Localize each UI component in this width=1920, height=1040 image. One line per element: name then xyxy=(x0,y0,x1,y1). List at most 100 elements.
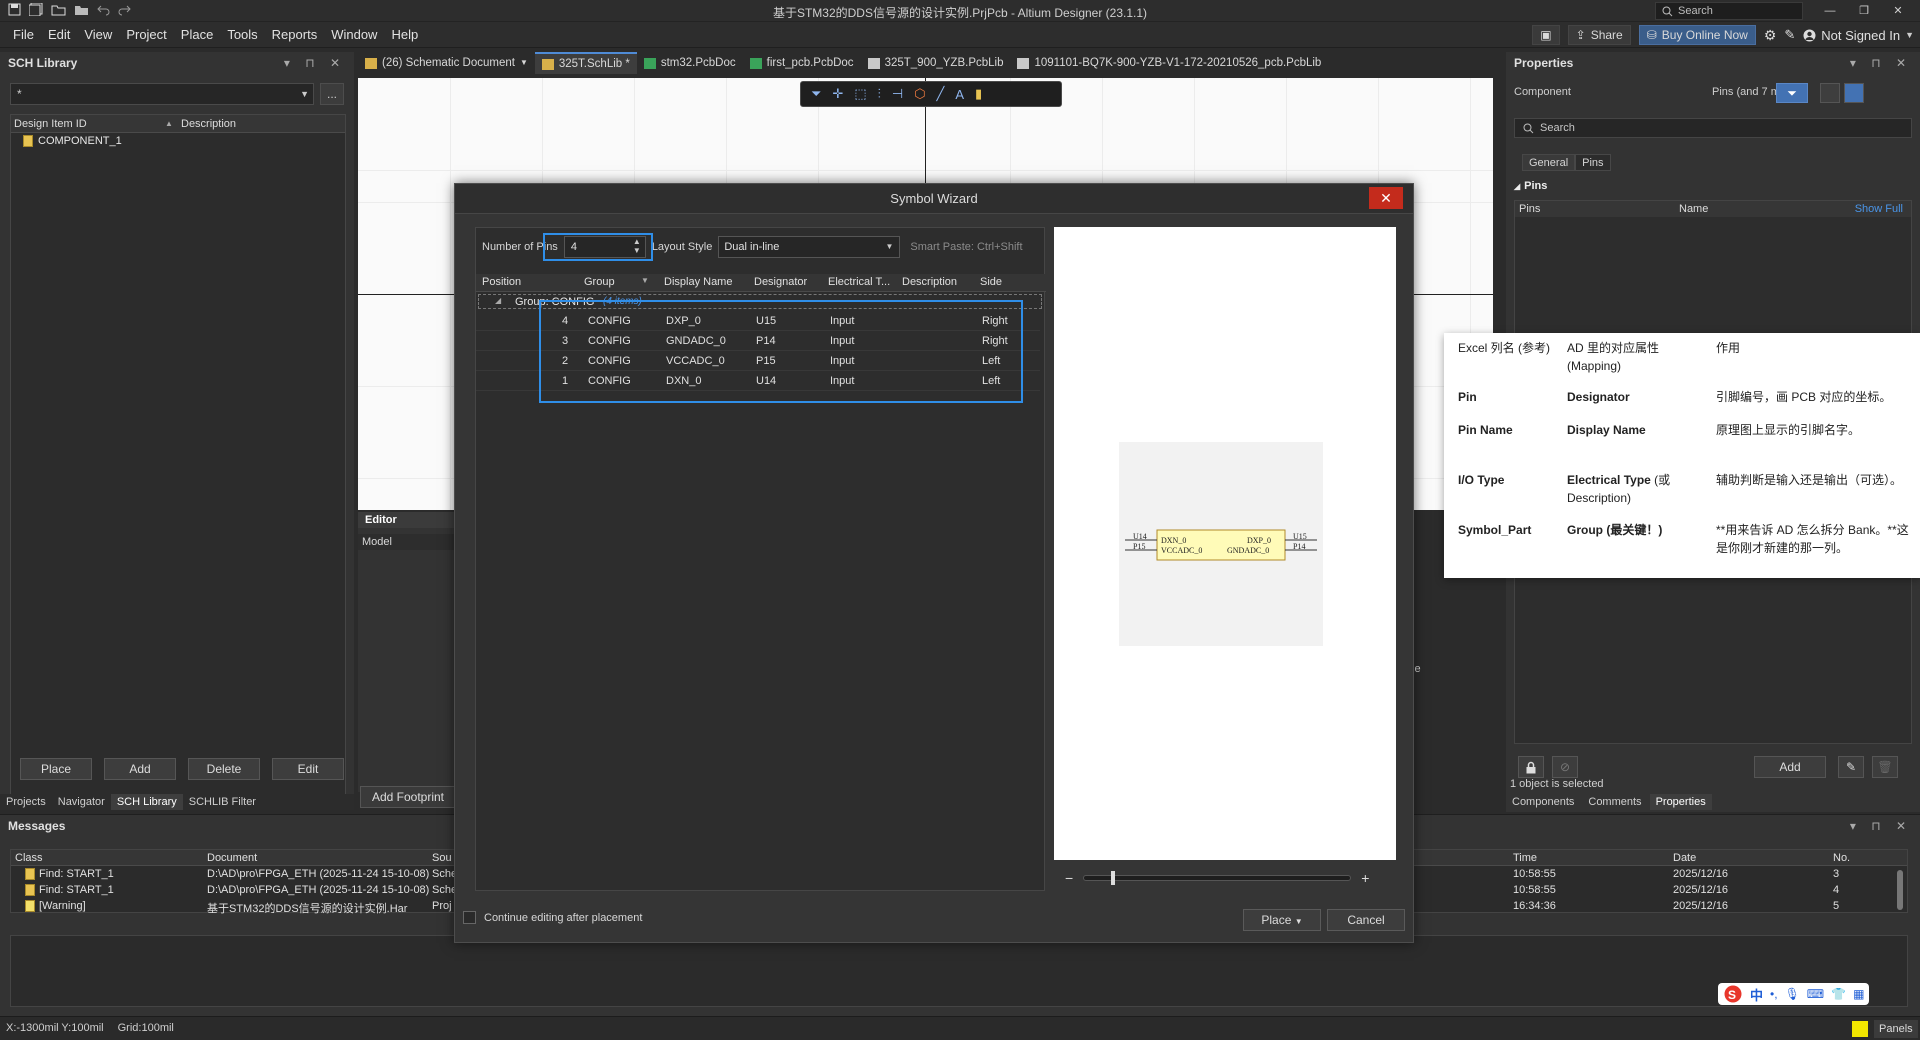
tab-schlib-filter[interactable]: SCHLIB Filter xyxy=(183,794,262,810)
text-icon[interactable]: A xyxy=(955,87,964,102)
layout-style-select[interactable]: Dual in-line ▼ xyxy=(718,236,901,258)
edit-button[interactable]: Edit xyxy=(272,758,344,780)
maximize-button[interactable]: ❐ xyxy=(1852,2,1876,20)
filter-icon[interactable]: ⏷ xyxy=(811,86,821,102)
delete-pin-button[interactable]: 🗑 xyxy=(1872,756,1898,778)
menu-view[interactable]: View xyxy=(77,22,119,48)
minimize-button[interactable]: — xyxy=(1818,2,1842,20)
tab-properties[interactable]: Properties xyxy=(1649,794,1712,810)
gear-icon[interactable]: ⚙ xyxy=(1764,27,1777,44)
properties-search[interactable]: Search xyxy=(1514,118,1912,138)
global-search[interactable]: Search xyxy=(1655,2,1803,20)
zoom-in-icon[interactable]: + xyxy=(1361,870,1369,886)
tab-general[interactable]: General xyxy=(1522,154,1576,171)
doc-tab-active[interactable]: 325T.SchLib * xyxy=(534,52,637,74)
panel-controls[interactable]: ▾ ⊓ ✕ xyxy=(284,52,346,74)
cancel-button[interactable]: Cancel xyxy=(1327,909,1405,931)
doc-tab[interactable]: stm32.PcbDoc xyxy=(637,52,743,74)
wrench-icon[interactable]: ✎ xyxy=(1784,27,1795,43)
column-description[interactable]: Description xyxy=(181,115,236,133)
microphone-icon[interactable]: 🎙 xyxy=(1785,987,1800,1001)
edit-pin-button[interactable]: ✎ xyxy=(1838,756,1864,778)
panel-controls[interactable]: ▾ ⊓ ✕ xyxy=(1850,52,1912,74)
pins-section-header[interactable]: ◢ Pins xyxy=(1514,180,1547,192)
line-icon[interactable]: ╱ xyxy=(937,86,945,102)
user-account-button[interactable]: Not Signed In ▼ xyxy=(1803,28,1914,43)
tab-components[interactable]: Components xyxy=(1506,794,1580,810)
selection-filter-button[interactable]: ⏷ xyxy=(1776,83,1808,103)
menu-file[interactable]: File xyxy=(6,22,41,48)
hide-button[interactable]: ⊘ xyxy=(1552,756,1578,778)
column-electrical-type[interactable]: Electrical T... xyxy=(828,276,890,288)
list-item[interactable]: COMPONENT_1 xyxy=(23,135,122,147)
library-filter-input[interactable]: * ▼ xyxy=(10,83,314,105)
column-position[interactable]: Position xyxy=(482,276,521,288)
column-time[interactable]: Time xyxy=(1513,852,1537,864)
close-window-button[interactable]: ✕ xyxy=(1886,2,1910,20)
doc-tab[interactable]: 1091101-BQ7K-900-YZB-V1-172-20210526_pcb… xyxy=(1010,52,1328,74)
menu-place[interactable]: Place xyxy=(174,22,221,48)
doc-tab[interactable]: (26) Schematic Document ▼ xyxy=(358,52,535,74)
tab-comments[interactable]: Comments xyxy=(1582,794,1647,810)
messages-scrollbar[interactable] xyxy=(1897,870,1903,910)
menu-tools[interactable]: Tools xyxy=(220,22,264,48)
select-icon[interactable] xyxy=(1844,83,1864,103)
shape-icon[interactable]: ⬡ xyxy=(914,86,925,102)
keyboard-icon[interactable]: ⌨ xyxy=(1807,987,1824,1001)
column-display-name[interactable]: Display Name xyxy=(664,276,732,288)
column-source[interactable]: Sou xyxy=(432,852,452,864)
continue-editing-checkbox[interactable] xyxy=(463,911,476,924)
menu-project[interactable]: Project xyxy=(119,22,173,48)
column-name[interactable]: Name xyxy=(1679,201,1708,217)
column-document[interactable]: Document xyxy=(207,852,257,864)
punctuation-icon[interactable]: •, xyxy=(1770,987,1778,1001)
copy-icon[interactable] xyxy=(1820,83,1840,103)
zoom-slider[interactable] xyxy=(1083,871,1352,885)
delete-button[interactable]: Delete xyxy=(188,758,260,780)
grid-icon[interactable]: ▦ xyxy=(1853,987,1864,1001)
panels-button[interactable]: Panels xyxy=(1874,1020,1918,1038)
place-button[interactable]: Place ▼ xyxy=(1243,909,1321,931)
select-rect-icon[interactable]: ⬚ xyxy=(854,86,866,102)
place-button[interactable]: Place xyxy=(20,758,92,780)
column-date[interactable]: Date xyxy=(1673,852,1696,864)
browse-button[interactable]: ... xyxy=(320,83,344,105)
add-pin-button[interactable]: Add xyxy=(1754,756,1826,778)
column-pins[interactable]: Pins xyxy=(1519,201,1540,217)
doc-tab[interactable]: 325T_900_YZB.PcbLib xyxy=(861,52,1011,74)
tab-pins[interactable]: Pins xyxy=(1575,154,1611,171)
menu-reports[interactable]: Reports xyxy=(265,22,325,48)
move-icon[interactable]: ✛ xyxy=(832,86,843,102)
column-side[interactable]: Side xyxy=(980,276,1002,288)
show-full-link[interactable]: Show Full xyxy=(1855,201,1903,217)
panel-controls[interactable]: ▾ ⊓ ✕ xyxy=(1850,815,1912,837)
column-class[interactable]: Class xyxy=(15,852,43,864)
doc-tab[interactable]: first_pcb.PcbDoc xyxy=(743,52,861,74)
continue-editing-option[interactable]: Continue editing after placement xyxy=(463,911,642,924)
notification-button[interactable]: ▣ xyxy=(1532,25,1560,45)
menu-window[interactable]: Window xyxy=(324,22,384,48)
pin-icon[interactable]: ⊣ xyxy=(892,86,903,102)
column-designator[interactable]: Designator xyxy=(754,276,807,288)
column-group[interactable]: Group xyxy=(584,276,615,288)
menu-help[interactable]: Help xyxy=(384,22,425,48)
ime-language[interactable]: 中 xyxy=(1750,985,1763,1004)
menu-edit[interactable]: Edit xyxy=(41,22,77,48)
ime-toolbar[interactable]: S 中 •, 🎙 ⌨ 👕 ▦ xyxy=(1718,983,1870,1005)
buy-online-button[interactable]: ⛁ Buy Online Now xyxy=(1638,25,1756,45)
tab-sch-library[interactable]: SCH Library xyxy=(110,794,183,810)
column-description[interactable]: Description xyxy=(902,276,957,288)
share-button[interactable]: ⇪ Share xyxy=(1567,25,1631,45)
part-icon[interactable]: ▮ xyxy=(975,86,982,102)
column-design-item-id[interactable]: Design Item ID xyxy=(14,115,87,133)
tab-navigator[interactable]: Navigator xyxy=(52,794,111,810)
zoom-out-icon[interactable]: − xyxy=(1065,870,1073,886)
close-dialog-button[interactable]: ✕ xyxy=(1369,187,1403,209)
add-footprint-button[interactable]: Add Footprint xyxy=(360,786,456,808)
column-no[interactable]: No. xyxy=(1833,852,1850,864)
align-icon[interactable]: ⫶ xyxy=(878,86,881,102)
lock-button[interactable] xyxy=(1518,756,1544,778)
add-button[interactable]: Add xyxy=(104,758,176,780)
zoom-slider-knob[interactable] xyxy=(1110,871,1115,885)
shirt-icon[interactable]: 👕 xyxy=(1831,987,1846,1001)
